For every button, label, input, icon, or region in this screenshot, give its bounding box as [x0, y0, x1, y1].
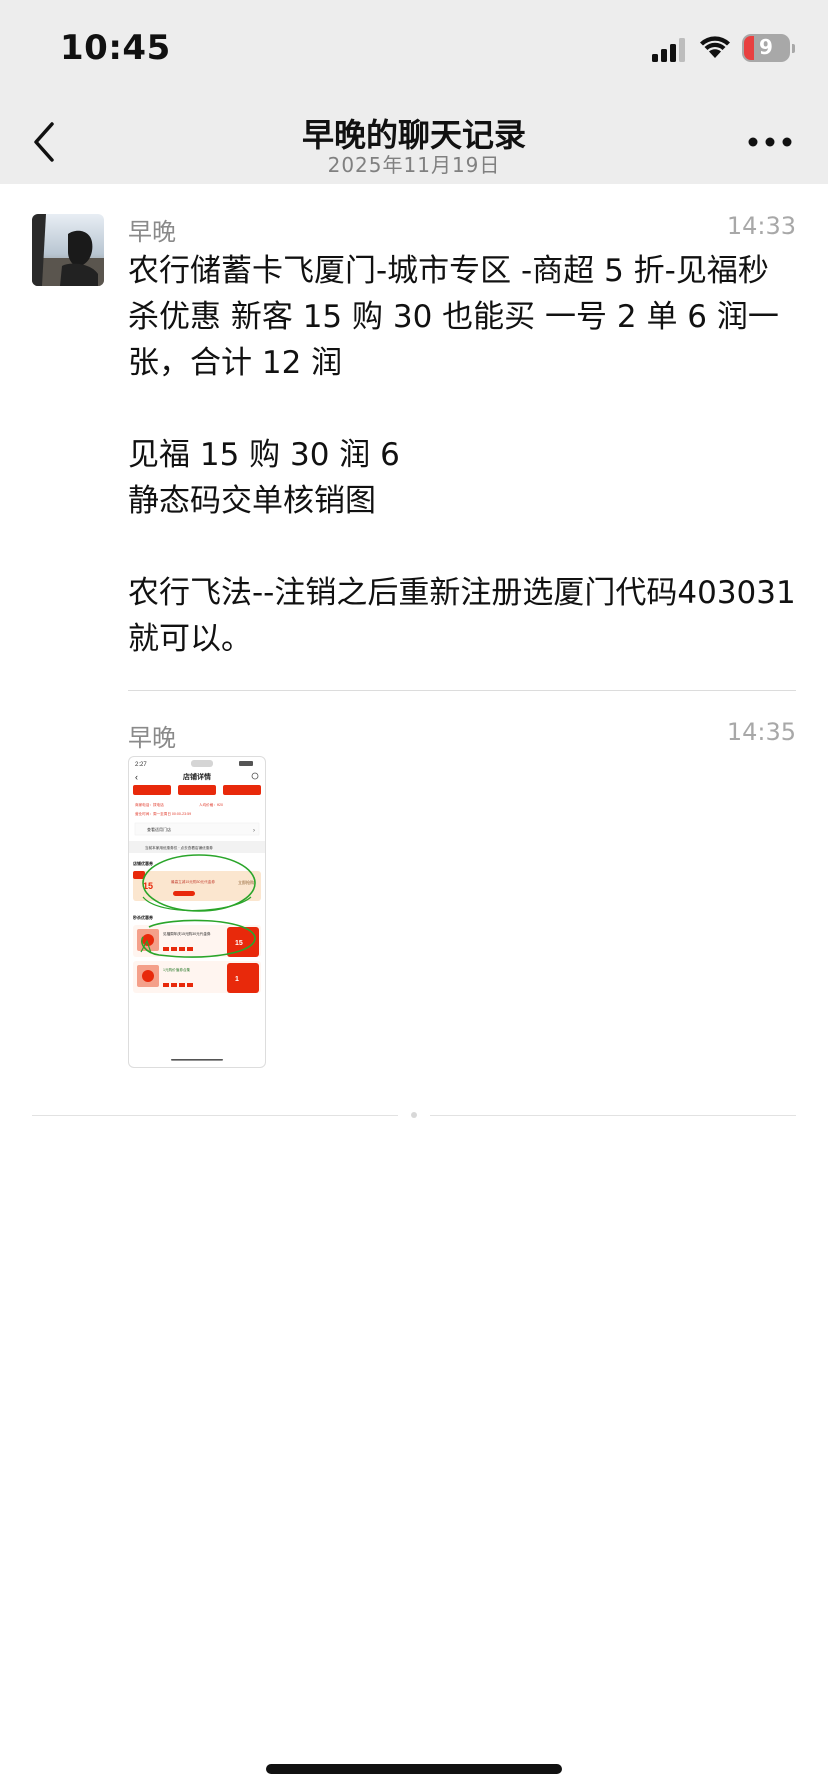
sender-name: 早晚 — [128, 218, 176, 246]
battery-charging-icon: 9 — [742, 34, 795, 62]
message-divider — [128, 690, 796, 691]
thumb-deal-price: 15 — [235, 940, 243, 947]
thumb-deal-title: 1元购价值券合集 — [163, 967, 191, 972]
thumb-deal-title: 见福周年庆15元购30元代金券 — [163, 931, 211, 936]
thumb-coupon-button: 立即抢购 — [238, 879, 254, 885]
more-dots-icon[interactable] — [748, 136, 792, 148]
status-time: 10:45 — [60, 28, 171, 68]
svg-text:›: › — [253, 828, 255, 834]
thumb-deal-price: 1 — [235, 976, 239, 983]
sender-name: 早晚 — [128, 724, 176, 752]
end-divider-dot — [411, 1112, 417, 1118]
message-time: 14:35 — [726, 718, 796, 746]
message-paragraph: 农行飞法--注销之后重新注册选厦门代码403031就可以。 — [128, 575, 796, 657]
message-text: 农行储蓄卡飞厦门-城市专区 -商超 5 折-见福秒杀优惠 新客 15 购 30 … — [128, 248, 798, 662]
status-bar: 10:45 9 — [0, 0, 828, 100]
thumb-header: 店铺详情 — [183, 772, 211, 781]
thumb-notice: 当前本家用优惠券仅 · 点去查看店铺优惠券 — [145, 845, 213, 850]
avatar[interactable] — [32, 214, 104, 286]
thumb-row: 营业时间：周一至周日 00:00-23:59 — [135, 811, 191, 816]
thumb-view-stores: 查看适用门店 — [147, 826, 171, 832]
thumb-row: 商家电话：拨电话 — [135, 802, 164, 807]
wifi-icon — [700, 36, 730, 58]
end-divider — [430, 1115, 796, 1116]
message-time: 14:33 — [726, 212, 796, 240]
image-attachment[interactable]: 2:27 ‹ 店铺详情 商家电话：拨电话 人均价格：¥20 营业时间：周一至周日… — [128, 756, 266, 1068]
thumb-time: 2:27 — [135, 762, 147, 768]
cellular-signal-icon — [652, 38, 685, 62]
message-paragraph: 见福 15 购 30 润 6 — [128, 437, 400, 473]
page-subtitle-date: 2025年11月19日 — [327, 153, 501, 177]
message-paragraph: 静态码交单核销图 — [128, 483, 376, 519]
end-divider — [32, 1115, 398, 1116]
svg-text:‹: ‹ — [135, 772, 138, 782]
thumb-section: 秒杀优惠券 — [133, 914, 154, 920]
message-paragraph: 农行储蓄卡飞厦门-城市专区 -商超 5 折-见福秒杀优惠 新客 15 购 30 … — [128, 253, 779, 381]
thumb-row: 人均价格：¥20 — [199, 802, 223, 807]
home-indicator[interactable] — [266, 1764, 562, 1774]
navigation-bar: 早晚的聊天记录 2025年11月19日 — [0, 100, 828, 184]
thumb-coupon-desc: 最高立减15元购30元代金券 — [171, 879, 215, 884]
thumb-section: 店铺优惠券 — [132, 860, 154, 866]
battery-percent: 9 — [759, 35, 773, 59]
